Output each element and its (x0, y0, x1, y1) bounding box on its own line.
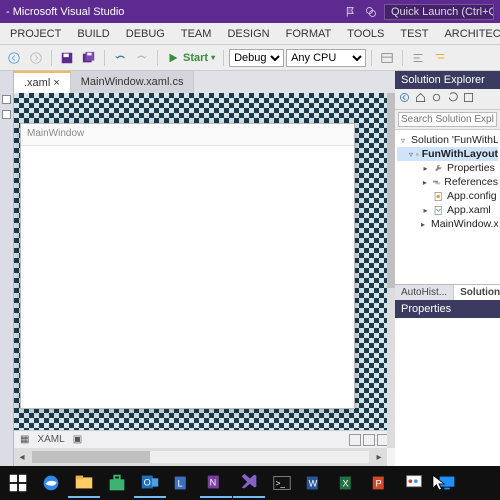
document-tabs: .xaml × MainWindow.xaml.cs (14, 71, 395, 93)
refs-icon (432, 177, 442, 188)
split-vertical-icon[interactable] (363, 434, 375, 446)
csproj-icon: C# (416, 149, 419, 160)
menu-design[interactable]: DESIGN (221, 26, 275, 42)
se-back-icon[interactable] (398, 91, 411, 107)
designer-footer-bar: ▦ XAML ▣ (14, 430, 395, 448)
mainwindowxaml-node[interactable]: ▸ MainWindow.xa (397, 217, 498, 231)
designer-canvas[interactable]: MainWindow ▦ XAML ▣ ◂▸ (14, 93, 395, 466)
solution-explorer-title: Solution Explorer (395, 71, 500, 89)
nav-fwd-icon[interactable] (26, 49, 46, 67)
panel-tab-solution[interactable]: Solution... (454, 285, 500, 300)
h-scrollbar[interactable]: ◂▸ (14, 448, 387, 466)
notification-flag-icon[interactable] (344, 5, 358, 19)
se-sync-icon[interactable] (430, 91, 443, 107)
save-all-icon[interactable] (79, 49, 99, 67)
se-home-icon[interactable] (414, 91, 427, 107)
designer-window-title: MainWindow (21, 124, 354, 146)
redo-icon[interactable] (132, 49, 152, 67)
align2-icon[interactable] (430, 49, 450, 67)
properties-node[interactable]: ▸ Properties (397, 161, 498, 175)
paint-icon[interactable] (398, 468, 430, 498)
wrench-icon (433, 163, 444, 174)
feedback-icon[interactable] (364, 5, 378, 19)
windows-taskbar: O L N >_ W X P (0, 466, 500, 500)
onenote-icon[interactable]: N (200, 468, 232, 498)
svg-text:P: P (376, 479, 382, 489)
nav-back-icon[interactable] (4, 49, 24, 67)
layout-icon[interactable] (377, 49, 397, 67)
properties-panel[interactable] (395, 318, 500, 466)
menu-project[interactable]: PROJECT (4, 26, 67, 42)
solution-node[interactable]: ▿ Solution 'FunWithLay (397, 133, 498, 147)
svg-text:>_: >_ (276, 479, 286, 488)
menu-test[interactable]: TEST (394, 26, 434, 42)
svg-text:L: L (178, 479, 183, 489)
tab-mainwindow-cs[interactable]: MainWindow.xaml.cs (71, 71, 195, 93)
toolbox-icon (2, 95, 11, 104)
ie-icon[interactable] (35, 468, 67, 498)
cmd-icon[interactable]: >_ (266, 468, 298, 498)
lync-icon[interactable]: L (167, 468, 199, 498)
v-scrollbar[interactable] (387, 93, 395, 448)
left-tool-strip[interactable] (0, 71, 14, 466)
powerpoint-icon[interactable]: P (365, 468, 397, 498)
app-title: - Microsoft Visual Studio (6, 6, 124, 18)
store-icon[interactable] (101, 468, 133, 498)
outlook-icon[interactable]: O (134, 468, 166, 498)
menu-build[interactable]: BUILD (71, 26, 115, 42)
se-refresh-icon[interactable] (446, 91, 459, 107)
solution-tree[interactable]: ▿ Solution 'FunWithLay ▿ C# FunWithLayou… (395, 130, 500, 284)
tab-xaml[interactable]: .xaml × (14, 71, 71, 93)
undo-icon[interactable] (110, 49, 130, 67)
xaml-pane-label[interactable]: XAML (37, 434, 64, 445)
mouse-cursor-icon (432, 474, 446, 492)
title-bar: - Microsoft Visual Studio Quick Launch (… (0, 0, 500, 23)
excel-icon[interactable]: X (332, 468, 364, 498)
collapse-pane-icon[interactable]: ▣ (73, 434, 82, 445)
split-horizontal-icon[interactable] (349, 434, 361, 446)
right-dock: Solution Explorer ▿ Solution 'FunWithLay… (395, 71, 500, 466)
svg-text:X: X (343, 479, 349, 489)
datasources-icon (2, 110, 11, 119)
menu-debug[interactable]: DEBUG (120, 26, 171, 42)
align-icon[interactable] (408, 49, 428, 67)
save-icon[interactable] (57, 49, 77, 67)
menu-bar: PROJECT BUILD DEBUG TEAM DESIGN FORMAT T… (0, 23, 500, 45)
svg-text:W: W (309, 479, 318, 489)
solution-explorer-toolbar (395, 89, 500, 110)
designer-grid-icon[interactable]: ▦ (20, 434, 29, 445)
config-select[interactable]: Debug (229, 49, 284, 67)
appxaml-node[interactable]: ▸ App.xaml (397, 203, 498, 217)
designer-window[interactable]: MainWindow (20, 123, 355, 409)
svg-text:N: N (210, 478, 217, 488)
panel-tab-autohist[interactable]: AutoHist... (395, 285, 454, 300)
menu-architecture[interactable]: ARCHITECTURE (438, 26, 500, 42)
right-panel-tabs: AutoHist... Solution... T (395, 284, 500, 300)
vs-icon[interactable] (233, 468, 265, 498)
start-button[interactable] (2, 468, 34, 498)
svg-text:O: O (144, 478, 151, 488)
menu-format[interactable]: FORMAT (280, 26, 338, 42)
se-collapse-icon[interactable] (462, 91, 475, 107)
word-icon[interactable]: W (299, 468, 331, 498)
properties-title: Properties (395, 300, 500, 318)
references-node[interactable]: ▸ References (397, 175, 498, 189)
start-debug-button[interactable]: Start ▾ (163, 49, 218, 67)
xaml-icon (433, 205, 444, 216)
platform-select[interactable]: Any CPU (286, 49, 366, 67)
explorer-icon[interactable] (68, 468, 100, 498)
quick-launch-input[interactable]: Quick Launch (Ctrl+Q) (384, 4, 494, 20)
solution-search-input[interactable] (398, 112, 497, 127)
main-toolbar: Start ▾ Debug Any CPU (0, 45, 500, 71)
config-icon (433, 191, 444, 202)
project-node[interactable]: ▿ C# FunWithLayout (397, 147, 498, 161)
menu-team[interactable]: TEAM (175, 26, 218, 42)
appconfig-node[interactable]: App.config (397, 189, 498, 203)
menu-tools[interactable]: TOOLS (341, 26, 390, 42)
